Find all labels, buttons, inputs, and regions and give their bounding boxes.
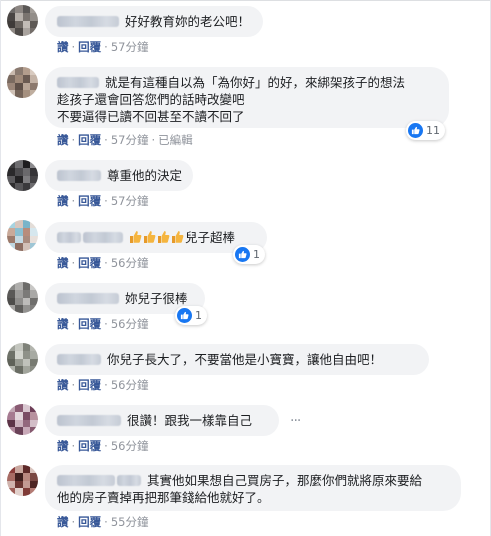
comment-time[interactable]: 57分鐘 xyxy=(111,133,149,147)
commenter-name-redacted[interactable] xyxy=(57,77,99,88)
reply-link[interactable]: 回覆 xyxy=(78,194,101,208)
comment-actions: 讚 · 回覆 · 56分鐘 xyxy=(57,378,149,392)
comment-text-line: 趁孩子還會回答您們的話時改變吧 xyxy=(57,92,245,107)
reply-link[interactable]: 回覆 xyxy=(78,515,101,529)
reply-link[interactable]: 回覆 xyxy=(78,256,101,270)
commenter-name-redacted[interactable] xyxy=(57,475,115,486)
comment-time[interactable]: 56分鐘 xyxy=(111,439,149,453)
comment-text-line: 他的房子賣掉再把那筆錢給他就好了。 xyxy=(57,490,270,505)
comment-text: 兒子超棒 xyxy=(185,230,236,245)
comment-actions: 讚 · 回覆 · 57分鐘 · 已編輯 xyxy=(57,133,193,147)
comment-actions: 讚 · 回覆 · 55分鐘 xyxy=(57,515,149,529)
like-link[interactable]: 讚 xyxy=(57,378,69,392)
avatar[interactable] xyxy=(7,5,38,36)
commenter-name-redacted[interactable] xyxy=(57,354,101,365)
reaction-count: 1 xyxy=(253,248,260,261)
comment-actions: 讚 · 回覆 · 56分鐘 xyxy=(57,256,149,270)
like-link[interactable]: 讚 xyxy=(57,439,69,453)
reply-link[interactable]: 回覆 xyxy=(78,40,101,54)
commenter-name-redacted[interactable] xyxy=(83,232,123,243)
like-link[interactable]: 讚 xyxy=(57,515,69,529)
like-reaction-icon xyxy=(177,308,192,323)
reaction-count-badge[interactable]: 1 xyxy=(175,306,207,325)
comment-actions: 讚 · 回覆 · 57分鐘 xyxy=(57,194,149,208)
comment-text: 妳兒子很棒 xyxy=(125,291,188,306)
like-link[interactable]: 讚 xyxy=(57,317,69,331)
comment-bubble: 你兒子長大了，不要當他是小寶寶，讓他自由吧！ xyxy=(45,344,429,375)
reply-link[interactable]: 回覆 xyxy=(78,133,101,147)
commenter-name-redacted[interactable] xyxy=(57,170,101,181)
edited-label[interactable]: 已編輯 xyxy=(158,133,193,147)
commenter-name-redacted[interactable] xyxy=(117,475,141,486)
comment-text-line: 其實他如果想自己買房子，那麼你們就將原來要給 xyxy=(147,473,423,488)
emoji-list xyxy=(129,230,185,245)
comment-time[interactable]: 56分鐘 xyxy=(111,378,149,392)
avatar[interactable] xyxy=(7,343,38,374)
avatar[interactable] xyxy=(7,67,38,98)
reaction-count: 1 xyxy=(195,309,202,322)
thumbs-up-emoji-icon xyxy=(129,230,142,244)
avatar[interactable] xyxy=(7,160,38,191)
comment-actions: 讚 · 回覆 · 57分鐘 xyxy=(57,40,149,54)
thumbs-up-emoji-icon xyxy=(171,230,184,244)
thumbs-up-emoji-icon xyxy=(157,230,170,244)
like-link[interactable]: 讚 xyxy=(57,256,69,270)
avatar[interactable] xyxy=(7,465,38,496)
more-options-icon[interactable]: ··· xyxy=(290,414,301,428)
reply-link[interactable]: 回覆 xyxy=(78,439,101,453)
comment-text-line: 就是有這種自以為「為你好」的好，來綁架孩子的想法 xyxy=(105,75,406,90)
thumbs-up-emoji-icon xyxy=(143,230,156,244)
avatar[interactable] xyxy=(7,404,38,435)
comment-time[interactable]: 56分鐘 xyxy=(111,317,149,331)
comment-time[interactable]: 57分鐘 xyxy=(111,194,149,208)
comment-actions: 讚 · 回覆 · 56分鐘 xyxy=(57,317,149,331)
commenter-name-redacted[interactable] xyxy=(57,16,119,27)
comment-bubble: 其實他如果想自己買房子，那麼你們就將原來要給 他的房子賣掉再把那筆錢給他就好了。 xyxy=(45,465,461,511)
reply-link[interactable]: 回覆 xyxy=(78,378,101,392)
commenter-name-redacted[interactable] xyxy=(57,293,119,304)
comment-bubble: 尊重他的決定 xyxy=(45,160,193,191)
commenter-name-redacted[interactable] xyxy=(57,232,81,243)
like-reaction-icon xyxy=(408,123,423,138)
avatar[interactable] xyxy=(7,220,38,251)
reply-link[interactable]: 回覆 xyxy=(78,317,101,331)
comment-time[interactable]: 55分鐘 xyxy=(111,515,149,529)
like-reaction-icon xyxy=(235,247,250,262)
comment-text: 很讚！跟我一樣靠自己 xyxy=(127,413,253,428)
comment-text: 好好教育妳的老公吧！ xyxy=(125,14,251,29)
comment-bubble: 就是有這種自以為「為你好」的好，來綁架孩子的想法 趁孩子還會回答您們的話時改變吧… xyxy=(45,67,449,128)
like-link[interactable]: 讚 xyxy=(57,194,69,208)
like-link[interactable]: 讚 xyxy=(57,40,69,54)
frame-border-top xyxy=(0,0,491,1)
comment-text: 你兒子長大了，不要當他是小寶寶，讓他自由吧！ xyxy=(107,352,383,367)
comment-time[interactable]: 57分鐘 xyxy=(111,40,149,54)
comment-bubble: 很讚！跟我一樣靠自己 xyxy=(45,405,279,436)
comment-actions: 讚 · 回覆 · 56分鐘 xyxy=(57,439,149,453)
reaction-count-badge[interactable]: 1 xyxy=(233,245,265,264)
comment-text-line: 不要逼得已讀不回甚至不讀不回了 xyxy=(57,109,245,124)
like-link[interactable]: 讚 xyxy=(57,133,69,147)
reaction-count: 11 xyxy=(426,124,440,137)
comment-bubble: 好好教育妳的老公吧！ xyxy=(45,6,263,37)
frame-border-left xyxy=(0,0,1,536)
comment-text: 尊重他的決定 xyxy=(107,168,183,183)
commenter-name-redacted[interactable] xyxy=(57,415,121,426)
comment-time[interactable]: 56分鐘 xyxy=(111,256,149,270)
avatar[interactable] xyxy=(7,282,38,313)
reaction-count-badge[interactable]: 11 xyxy=(406,121,445,140)
